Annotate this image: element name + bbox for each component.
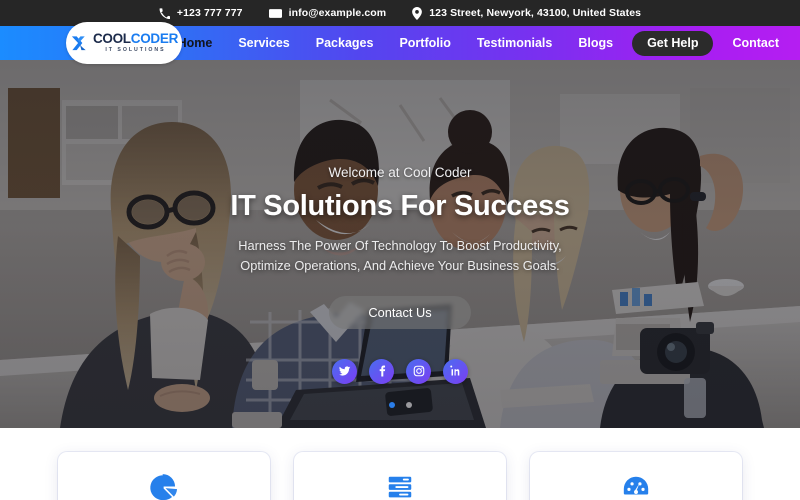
topbar-address: 123 Street, Newyork, 43100, United State…: [412, 6, 642, 20]
linkedin-icon: [449, 365, 462, 377]
social-links: [332, 358, 468, 384]
topbar-email[interactable]: info@example.com: [268, 7, 387, 20]
main-navigation-bar: COOLCODER IT SOLUTIONS Home Services Pac…: [0, 22, 800, 64]
social-instagram-button[interactable]: [406, 358, 431, 384]
feature-card-1[interactable]: [58, 452, 270, 500]
carousel-dot-2[interactable]: [405, 401, 412, 408]
feature-cards-section: [0, 428, 800, 500]
carousel-dot-1[interactable]: [388, 401, 395, 408]
hero-banner: Welcome at Cool Coder IT Solutions For S…: [0, 60, 800, 428]
nav-item-blogs[interactable]: Blogs: [565, 26, 626, 60]
topbar-email-text: info@example.com: [288, 7, 387, 19]
coolcoder-k-mark-icon: [70, 34, 89, 53]
hero-subtitle-line-2: Optimize Operations, And Achieve Your Bu…: [240, 257, 560, 273]
hero-content: Welcome at Cool Coder IT Solutions For S…: [0, 60, 800, 428]
facebook-icon: [376, 365, 388, 377]
site-logo[interactable]: COOLCODER IT SOLUTIONS: [66, 22, 182, 64]
pie-chart-icon: [149, 472, 179, 500]
logo-text-block: COOLCODER IT SOLUTIONS: [93, 32, 178, 53]
envelope-icon: [268, 7, 282, 20]
speedometer-icon: [621, 472, 651, 500]
nav-item-services[interactable]: Services: [225, 26, 302, 60]
carousel-dots: [388, 401, 412, 408]
nav-item-testimonials[interactable]: Testimonials: [464, 26, 565, 60]
hero-welcome-text: Welcome at Cool Coder: [328, 165, 472, 180]
hero-subtitle-line-1: Harness The Power Of Technology To Boost…: [238, 238, 562, 253]
logo-tagline: IT SOLUTIONS: [105, 47, 166, 54]
social-linkedin-button[interactable]: [443, 358, 468, 384]
phone-icon: [159, 7, 170, 19]
topbar-phone-text: +123 777 777: [176, 7, 243, 19]
topbar-phone[interactable]: +123 777 777: [159, 7, 243, 19]
nav-item-portfolio[interactable]: Portfolio: [386, 26, 463, 60]
twitter-icon: [338, 365, 351, 377]
server-stack-icon: [385, 472, 415, 500]
get-help-button[interactable]: Get Help: [632, 30, 714, 56]
nav-item-contact[interactable]: Contact: [719, 26, 792, 60]
hero-subtitle: Harness The Power Of Technology To Boost…: [238, 236, 561, 276]
social-facebook-button[interactable]: [369, 358, 394, 384]
logo-word-coder: CODER: [130, 31, 179, 47]
social-twitter-button[interactable]: [332, 358, 357, 384]
instagram-icon: [413, 365, 425, 377]
contact-us-button[interactable]: Contact Us: [329, 295, 471, 329]
feature-card-3[interactable]: [530, 452, 742, 500]
topbar-address-text: 123 Street, Newyork, 43100, United State…: [429, 7, 642, 19]
feature-card-2[interactable]: [294, 452, 506, 500]
hero-title: IT Solutions For Success: [230, 190, 570, 222]
feature-cards: [0, 452, 800, 500]
nav-links: Home Services Packages Portfolio Testimo…: [165, 26, 792, 60]
map-pin-icon: [412, 6, 423, 20]
nav-item-packages[interactable]: Packages: [303, 26, 387, 60]
logo-word-cool: COOL: [92, 31, 131, 47]
